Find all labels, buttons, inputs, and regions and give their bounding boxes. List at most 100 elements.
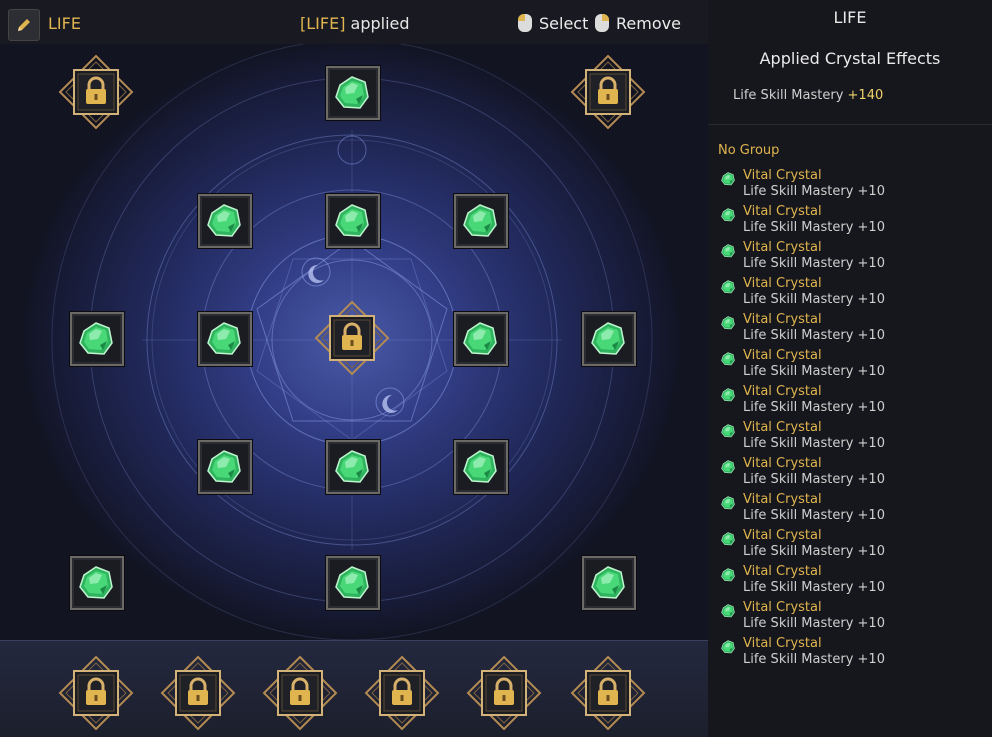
applied-text: applied [345,14,410,33]
crystal-list-icon [720,171,736,191]
crystal-effect: Life Skill Mastery +10 [743,328,885,343]
crystal-gem [204,447,244,491]
crystal-effect: Life Skill Mastery +10 [743,616,885,631]
crystal-list-icon [720,495,736,515]
crystal-slot[interactable] [196,310,252,366]
crystal-list-icon [720,207,736,227]
crystal-slot-locked[interactable] [58,54,134,130]
bottom-slot-locked[interactable] [364,655,440,731]
green-crystal-icon [79,566,113,599]
padlock-icon [570,655,646,731]
crystal-slot-locked[interactable] [570,54,646,130]
crystal-gem [332,201,372,245]
green-crystal-icon [79,322,113,355]
crystal-effect: Life Skill Mastery +10 [743,184,885,199]
crystal-list-icon [720,459,736,479]
bottom-slot-locked[interactable] [466,655,542,731]
green-crystal-icon [335,450,369,483]
crystal-effect: Life Skill Mastery +10 [743,544,885,559]
crystal-list-item: Vital Crystal Life Skill Mastery +10 [718,384,988,420]
crystal-slot[interactable] [580,554,636,610]
crystal-effect: Life Skill Mastery +10 [743,652,885,667]
crystal-slot-locked[interactable] [314,300,390,376]
green-crystal-icon [463,450,497,483]
green-crystal-icon [721,460,735,474]
crystal-name: Vital Crystal [743,600,822,615]
crystal-slot[interactable] [452,310,508,366]
crystal-list-item: Vital Crystal Life Skill Mastery +10 [718,564,988,600]
crystal-name: Vital Crystal [743,528,822,543]
board-header: LIFE [LIFE] applied Select Remove [0,0,708,44]
group-label: No Group [718,143,780,158]
crystal-name: Vital Crystal [743,456,822,471]
crystal-slot[interactable] [324,438,380,494]
total-stat: Life Skill Mastery +140 [733,88,883,103]
crystal-list-item: Vital Crystal Life Skill Mastery +10 [718,204,988,240]
crystal-slot[interactable] [452,438,508,494]
green-crystal-icon [721,532,735,546]
crystal-effect: Life Skill Mastery +10 [743,364,885,379]
crystal-slot[interactable] [68,554,124,610]
panel-title: LIFE [833,8,867,27]
green-crystal-icon [721,568,735,582]
green-crystal-icon [721,244,735,258]
crystal-slot[interactable] [580,310,636,366]
bottom-slot-bar [0,640,708,737]
crystal-gem [460,447,500,491]
crystal-slot[interactable] [196,438,252,494]
crystal-list-item: Vital Crystal Life Skill Mastery +10 [718,600,988,636]
crystal-list-icon [720,387,736,407]
mouse-right-icon [595,14,609,32]
padlock-icon [262,655,338,731]
applied-tag: [LIFE] [300,14,346,33]
crystal-list-icon [720,531,736,551]
crystal-list-item: Vital Crystal Life Skill Mastery +10 [718,420,988,456]
crystal-slot[interactable] [68,310,124,366]
crystal-list-item: Vital Crystal Life Skill Mastery +10 [718,348,988,384]
crystal-effect: Life Skill Mastery +10 [743,220,885,235]
crystal-gem [332,73,372,117]
crystal-effect: Life Skill Mastery +10 [743,400,885,415]
crystal-slot[interactable] [324,554,380,610]
padlock-icon [570,54,646,130]
green-crystal-icon [335,566,369,599]
crystal-list-icon [720,423,736,443]
green-crystal-icon [721,424,735,438]
crystal-slot[interactable] [452,192,508,248]
crystal-list-item: Vital Crystal Life Skill Mastery +10 [718,312,988,348]
crystal-name: Vital Crystal [743,276,822,291]
crystal-name: Vital Crystal [743,240,822,255]
crystal-gem [588,319,628,363]
crystal-gem [204,319,244,363]
green-crystal-icon [721,352,735,366]
bottom-slot-locked[interactable] [58,655,134,731]
bottom-slot-locked[interactable] [160,655,236,731]
green-crystal-icon [721,316,735,330]
crystal-name: Vital Crystal [743,492,822,507]
crystal-list-icon [720,567,736,587]
bottom-slot-locked[interactable] [570,655,646,731]
crystal-list-item: Vital Crystal Life Skill Mastery +10 [718,528,988,564]
crystal-slot[interactable] [196,192,252,248]
applied-status: [LIFE] applied [300,14,410,33]
crystal-name: Vital Crystal [743,384,822,399]
padlock-icon [314,300,390,376]
bottom-slot-locked[interactable] [262,655,338,731]
crystal-list-item: Vital Crystal Life Skill Mastery +10 [718,168,988,204]
edit-button[interactable] [8,9,40,41]
crystal-list-icon [720,243,736,263]
select-label: Select [539,13,589,33]
remove-label: Remove [616,13,681,33]
green-crystal-icon [721,208,735,222]
crystal-list-item: Vital Crystal Life Skill Mastery +10 [718,276,988,312]
effects-panel: LIFE Applied Crystal Effects Life Skill … [708,0,992,737]
crystal-gem [332,563,372,607]
crystal-effect: Life Skill Mastery +10 [743,436,885,451]
green-crystal-icon [335,76,369,109]
crystal-slot[interactable] [324,192,380,248]
crystal-effect: Life Skill Mastery +10 [743,580,885,595]
mode-label: LIFE [48,14,81,33]
crystal-slot[interactable] [324,64,380,120]
remove-hint: Remove [594,13,681,33]
crystal-board: LIFE [LIFE] applied Select Remove [0,0,708,737]
